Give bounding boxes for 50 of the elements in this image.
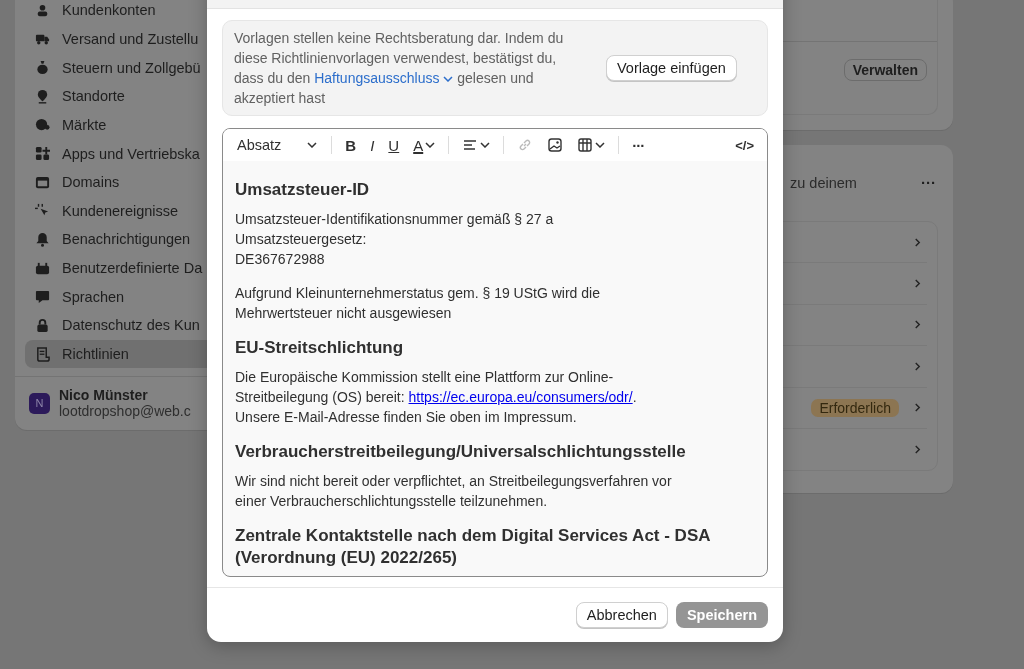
bag-icon <box>35 60 50 76</box>
paragraph: Aufgrund Kleinunternehmerstatus gem. § 19 UStG wird die Mehrwertsteuer nicht ausgewiesen <box>235 284 601 323</box>
insert-template-button[interactable]: Vorlage einfügen <box>606 55 737 81</box>
card-description: zu deinem <box>790 174 857 191</box>
caret-icon <box>595 142 606 148</box>
chat-icon <box>35 289 50 305</box>
odr-link[interactable]: https://ec.europa.eu/consumers/odr/ <box>408 389 633 405</box>
caret-icon <box>443 76 454 83</box>
chevron-right-icon <box>914 444 921 456</box>
box-icon <box>35 260 50 276</box>
domain-icon <box>35 174 50 190</box>
sidebar-item[interactable]: Kundenkonten <box>25 0 255 25</box>
italic-button[interactable]: I <box>365 134 380 156</box>
chevron-right-icon <box>914 236 921 248</box>
manage-button[interactable]: Verwalten <box>843 59 927 81</box>
chevron-right-icon <box>914 319 921 331</box>
section-heading: Umsatzsteuer-ID <box>235 179 371 201</box>
table-icon <box>577 137 594 153</box>
avatar: N <box>29 392 50 414</box>
paragraph: Die Europäische Kommission stellt eine Plattform zur Online- Streitbeilegung (OS) bereit: https://ec.europa.eu/consumers/odr/. Unsere E-Mail-Adresse finden Sie oben im Impressum. <box>235 368 638 427</box>
paragraph: Wir sind nicht bereit oder verpflichtet, an Streitbeilegungsverfahren vor einer Verbraucherschlichtungsstelle teilzunehmen. <box>235 472 673 511</box>
disclaimer-link[interactable]: Haftungsausschluss <box>314 70 454 86</box>
section-heading: Verbraucherstreitbeilegung/Universalschlichtungsstelle <box>235 441 687 463</box>
text-color-button[interactable]: A <box>408 134 441 156</box>
cancel-button[interactable]: Abbrechen <box>575 602 668 628</box>
notice-text: Vorlagen stellen keine Rechtsberatung dar. Indem du diese Richtlinienvorlagen verwendest, bestätigst du, dass du den Haftungsausschluss gelesen und akzeptiert hast <box>234 29 565 108</box>
underline-button[interactable]: U <box>383 134 405 156</box>
code-view-button[interactable]: </> <box>730 135 759 155</box>
caret-icon <box>425 142 436 148</box>
person-icon <box>35 2 50 18</box>
image-icon <box>547 137 564 153</box>
caret-icon <box>307 142 318 148</box>
chevron-right-icon <box>914 360 921 372</box>
more-tools-button[interactable]: ··· <box>627 134 650 156</box>
chevron-right-icon <box>914 278 921 290</box>
user-email: lootdropshop@web.c <box>59 403 191 420</box>
status-badge: Erforderlich <box>811 398 899 417</box>
scroll-icon <box>35 346 50 362</box>
apps-icon <box>35 146 50 161</box>
bell-icon <box>35 231 50 247</box>
bold-button[interactable]: B <box>340 134 362 156</box>
caret-icon <box>480 142 491 148</box>
chevron-right-icon <box>914 402 921 414</box>
lock-icon <box>35 317 50 333</box>
more-button[interactable]: ··· <box>919 174 938 191</box>
paragraph: Umsatzsteuer-Identifikationsnummer gemäß § 27 a Umsatzsteuergesetz: DE367672988 <box>235 210 555 269</box>
section-heading: Zentrale Kontaktstelle nach dem Digital Services Act - DSA (Verordnung (EU) 2022/265) <box>235 525 712 569</box>
align-icon <box>462 137 479 153</box>
user-name: Nico Münster <box>59 387 149 404</box>
pin-icon <box>35 88 50 104</box>
